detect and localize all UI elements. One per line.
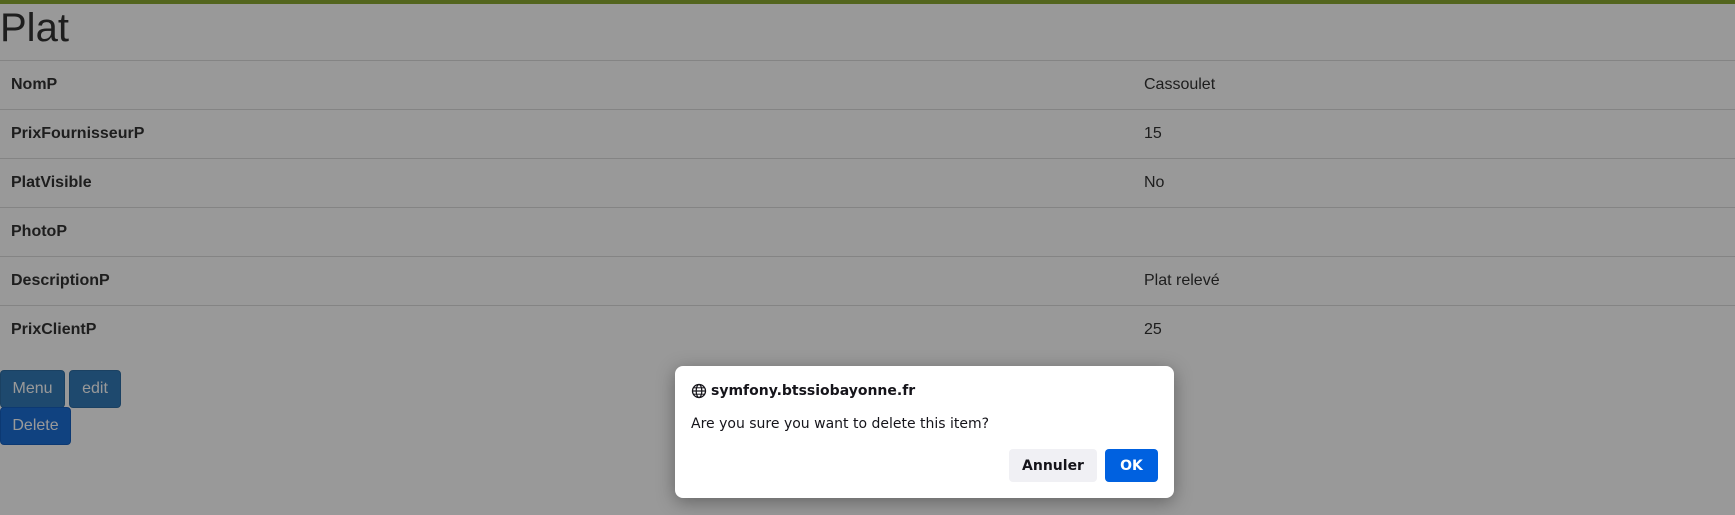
cancel-button[interactable]: Annuler <box>1009 449 1097 482</box>
dialog-message: Are you sure you want to delete this ite… <box>691 416 990 432</box>
globe-icon <box>691 383 707 399</box>
ok-button[interactable]: OK <box>1105 449 1158 482</box>
dialog-origin-text: symfony.btssiobayonne.fr <box>711 383 916 399</box>
confirm-dialog: symfony.btssiobayonne.fr Are you sure yo… <box>675 366 1174 498</box>
dialog-origin: symfony.btssiobayonne.fr <box>691 383 915 399</box>
